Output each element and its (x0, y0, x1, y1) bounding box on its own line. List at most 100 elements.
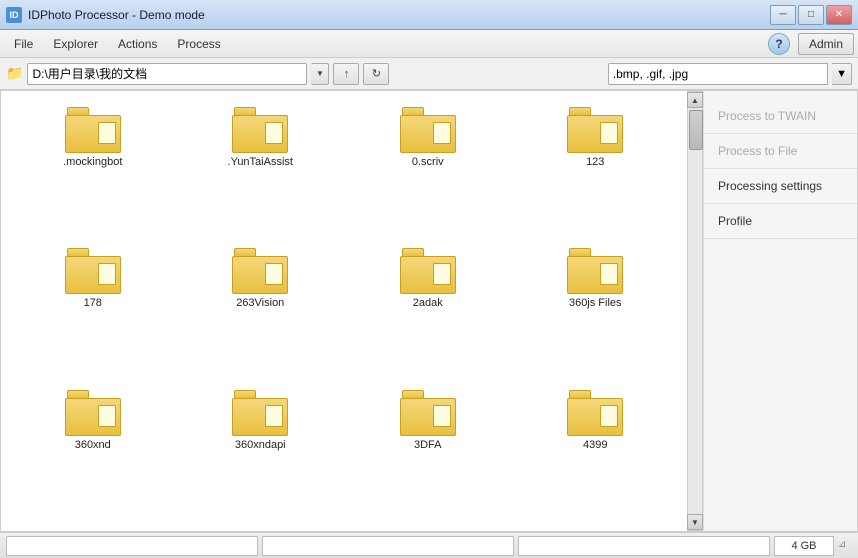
admin-button[interactable]: Admin (798, 33, 854, 55)
folder-page (600, 405, 618, 427)
folder-label: 123 (586, 156, 604, 169)
folder-label: 0.scriv (412, 156, 444, 169)
folder-page (98, 263, 116, 285)
folder-label: 2adak (413, 297, 443, 310)
scroll-down-button[interactable]: ▼ (687, 514, 703, 530)
folder-page (600, 122, 618, 144)
resize-grip[interactable]: ⊿ (838, 539, 852, 553)
folder-body (567, 256, 623, 294)
folder-icon: 📁 (6, 65, 23, 82)
folder-page (265, 405, 283, 427)
folder-label: 360js Files (569, 297, 622, 310)
file-grid: .mockingbot .YunTaiAssist 0.scriv (1, 91, 687, 531)
menu-item-file[interactable]: File (4, 33, 43, 55)
folder-page (98, 405, 116, 427)
folder-label: .mockingbot (63, 156, 122, 169)
filter-input[interactable] (608, 63, 828, 85)
folder-page (433, 405, 451, 427)
status-section-1 (6, 536, 258, 556)
folder-page (265, 263, 283, 285)
menu-item-process[interactable]: Process (167, 33, 230, 55)
folder-page (433, 263, 451, 285)
folder-item[interactable]: 360xndapi (179, 384, 343, 521)
folder-label: 178 (84, 297, 102, 310)
scroll-up-button[interactable]: ▲ (687, 92, 703, 108)
folder-page (265, 122, 283, 144)
folder-tab (569, 390, 591, 398)
status-bar: 4 GB ⊿ (0, 532, 858, 558)
folder-icon-shape (400, 390, 456, 436)
folder-item[interactable]: .YunTaiAssist (179, 101, 343, 238)
folder-item[interactable]: 0.scriv (346, 101, 510, 238)
folder-item[interactable]: 3DFA (346, 384, 510, 521)
right-panel-item-profile[interactable]: Profile (704, 204, 857, 239)
folder-label: .YunTaiAssist (228, 156, 293, 169)
minimize-button[interactable]: ─ (770, 5, 796, 25)
folder-icon-shape (232, 248, 288, 294)
filter-dropdown-button[interactable]: ▼ (832, 63, 852, 85)
folder-tab (402, 390, 424, 398)
folder-icon-shape (65, 107, 121, 153)
right-panel: Process to TWAINProcess to FileProcessin… (703, 90, 858, 532)
help-button[interactable]: ? (768, 33, 790, 55)
folder-tab (569, 107, 591, 115)
status-section-2 (262, 536, 514, 556)
folder-body (65, 398, 121, 436)
menu-item-actions[interactable]: Actions (108, 33, 167, 55)
right-panel-item-process-twain: Process to TWAIN (704, 99, 857, 134)
maximize-button[interactable]: □ (798, 5, 824, 25)
folder-label: 3DFA (414, 439, 442, 452)
folder-icon-shape (65, 248, 121, 294)
folder-label: 263Vision (236, 297, 284, 310)
folder-label: 360xndapi (235, 439, 286, 452)
close-button[interactable]: ✕ (826, 5, 852, 25)
folder-tab (67, 107, 89, 115)
up-button[interactable]: ↑ (333, 63, 359, 85)
folder-icon-shape (567, 390, 623, 436)
folder-item[interactable]: .mockingbot (11, 101, 175, 238)
folder-page (433, 122, 451, 144)
filter-dropdown-label: ▼ (836, 68, 847, 80)
title-bar: ID IDPhoto Processor - Demo mode ─ □ ✕ (0, 0, 858, 30)
menu-item-explorer[interactable]: Explorer (43, 33, 108, 55)
folder-icon-shape (232, 107, 288, 153)
folder-item[interactable]: 360xnd (11, 384, 175, 521)
folder-tab (67, 248, 89, 256)
folder-body (400, 256, 456, 294)
folder-body (567, 115, 623, 153)
folder-page (98, 122, 116, 144)
folder-body (400, 115, 456, 153)
folder-icon-shape (567, 248, 623, 294)
file-browser: .mockingbot .YunTaiAssist 0.scriv (0, 90, 703, 532)
folder-icon-shape (65, 390, 121, 436)
folder-tab (234, 390, 256, 398)
address-bar: 📁 ▼ ↑ ↻ ▼ (0, 58, 858, 90)
folder-item[interactable]: 360js Files (514, 242, 678, 379)
scroll-thumb[interactable] (689, 110, 703, 150)
folder-item[interactable]: 263Vision (179, 242, 343, 379)
path-dropdown-button[interactable]: ▼ (311, 63, 329, 85)
right-panel-item-processing-settings[interactable]: Processing settings (704, 169, 857, 204)
folder-body (232, 115, 288, 153)
refresh-button[interactable]: ↻ (363, 63, 389, 85)
path-input[interactable] (27, 63, 307, 85)
folder-body (400, 398, 456, 436)
folder-item[interactable]: 178 (11, 242, 175, 379)
folder-tab (234, 248, 256, 256)
title-text: IDPhoto Processor - Demo mode (28, 8, 770, 22)
folder-icon-shape (232, 390, 288, 436)
folder-item[interactable]: 2adak (346, 242, 510, 379)
app-icon: ID (6, 7, 22, 23)
folder-body (567, 398, 623, 436)
folder-item[interactable]: 4399 (514, 384, 678, 521)
folder-body (232, 256, 288, 294)
folder-icon-shape (400, 248, 456, 294)
menu-bar: FileExplorerActionsProcess ? Admin (0, 30, 858, 58)
main-area: .mockingbot .YunTaiAssist 0.scriv (0, 90, 858, 532)
window-controls: ─ □ ✕ (770, 5, 852, 25)
folder-item[interactable]: 123 (514, 101, 678, 238)
folder-tab (569, 248, 591, 256)
folder-tab (67, 390, 89, 398)
status-size: 4 GB (774, 536, 834, 556)
folder-body (232, 398, 288, 436)
